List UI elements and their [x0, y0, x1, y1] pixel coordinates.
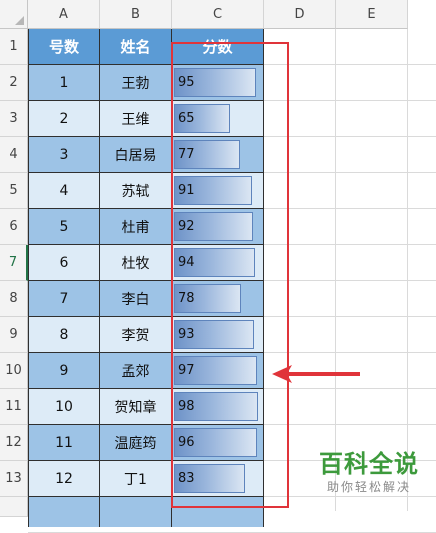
score-cell[interactable]: 97: [172, 353, 264, 389]
row-header-9[interactable]: 9: [0, 317, 28, 353]
row-header-11[interactable]: 11: [0, 389, 28, 425]
row-header-13[interactable]: 13: [0, 461, 28, 497]
score-value: 97: [178, 363, 195, 378]
score-cell[interactable]: 65: [172, 101, 264, 137]
number-cell[interactable]: 11: [28, 425, 100, 461]
name-cell[interactable]: 温庭筠: [100, 425, 172, 461]
column-header-e[interactable]: E: [336, 0, 408, 29]
number-cell[interactable]: 12: [28, 461, 100, 497]
spreadsheet: ABCDE 1 2 3 4 5 6 7 8 9 10 11 12 13 号数 姓名 分数 1 王勃 95 2 王维 65…: [0, 0, 436, 533]
partial-cell[interactable]: [172, 497, 264, 527]
gridline-vertical: [407, 29, 408, 511]
row-header-2[interactable]: 2: [0, 65, 28, 101]
score-cell[interactable]: 78: [172, 281, 264, 317]
score-cell[interactable]: 96: [172, 425, 264, 461]
column-header-b[interactable]: B: [100, 0, 172, 29]
name-cell[interactable]: 杜甫: [100, 209, 172, 245]
row-header-1[interactable]: 1: [0, 29, 28, 65]
select-all-triangle-icon: [15, 16, 24, 25]
row-header-3[interactable]: 3: [0, 101, 28, 137]
number-cell[interactable]: 3: [28, 137, 100, 173]
score-cell[interactable]: 83: [172, 461, 264, 497]
score-value: 77: [178, 147, 195, 162]
row-header-partial[interactable]: [0, 497, 28, 517]
number-cell[interactable]: 6: [28, 245, 100, 281]
number-cell[interactable]: 4: [28, 173, 100, 209]
table-header-cell[interactable]: 分数: [172, 29, 264, 65]
column-header-a[interactable]: A: [28, 0, 100, 29]
score-cell[interactable]: 77: [172, 137, 264, 173]
score-value: 94: [178, 255, 195, 270]
score-cell[interactable]: 95: [172, 65, 264, 101]
name-cell[interactable]: 白居易: [100, 137, 172, 173]
watermark-title: 百科全说: [319, 450, 419, 478]
row-header-12[interactable]: 12: [0, 425, 28, 461]
column-header-d[interactable]: D: [264, 0, 336, 29]
number-cell[interactable]: 7: [28, 281, 100, 317]
row-header-10[interactable]: 10: [0, 353, 28, 389]
score-value: 95: [178, 75, 195, 90]
number-cell[interactable]: 1: [28, 65, 100, 101]
select-all-corner[interactable]: [0, 0, 28, 29]
row-header-5[interactable]: 5: [0, 173, 28, 209]
column-header-c[interactable]: C: [172, 0, 264, 29]
partial-cell[interactable]: [28, 497, 100, 527]
name-cell[interactable]: 苏轼: [100, 173, 172, 209]
score-value: 65: [178, 111, 195, 126]
score-value: 83: [178, 471, 195, 486]
score-value: 93: [178, 327, 195, 342]
red-arrow-annotation: [272, 365, 360, 383]
row-header-6[interactable]: 6: [0, 209, 28, 245]
number-cell[interactable]: 5: [28, 209, 100, 245]
number-cell[interactable]: 9: [28, 353, 100, 389]
score-value: 91: [178, 183, 195, 198]
score-cell[interactable]: 91: [172, 173, 264, 209]
row-header-7[interactable]: 7: [0, 245, 28, 281]
row-header-4[interactable]: 4: [0, 137, 28, 173]
name-cell[interactable]: 杜牧: [100, 245, 172, 281]
score-cell[interactable]: 93: [172, 317, 264, 353]
number-cell[interactable]: 8: [28, 317, 100, 353]
score-cell[interactable]: 92: [172, 209, 264, 245]
name-cell[interactable]: 孟郊: [100, 353, 172, 389]
name-cell[interactable]: 贺知章: [100, 389, 172, 425]
watermark-subtitle: 助你轻松解决: [326, 480, 411, 494]
name-cell[interactable]: 李白: [100, 281, 172, 317]
name-cell[interactable]: 丁1: [100, 461, 172, 497]
number-cell[interactable]: 10: [28, 389, 100, 425]
score-cell[interactable]: 98: [172, 389, 264, 425]
score-value: 96: [178, 435, 195, 450]
score-value: 92: [178, 219, 195, 234]
score-value: 78: [178, 291, 195, 306]
number-cell[interactable]: 2: [28, 101, 100, 137]
name-cell[interactable]: 王维: [100, 101, 172, 137]
watermark-logo: 百科全说 助你轻松解决: [305, 450, 433, 506]
gridline-vertical: [335, 29, 336, 511]
table-header-cell[interactable]: 号数: [28, 29, 100, 65]
cell-grid[interactable]: 号数 姓名 分数 1 王勃 95 2 王维 65 3 白居易 77 4 苏轼 91 5 杜甫 92 6 杜牧 94 7 李白…: [28, 29, 436, 533]
table-header-cell[interactable]: 姓名: [100, 29, 172, 65]
row-header-8[interactable]: 8: [0, 281, 28, 317]
name-cell[interactable]: 王勃: [100, 65, 172, 101]
name-cell[interactable]: 李贺: [100, 317, 172, 353]
score-value: 98: [178, 399, 195, 414]
score-cell[interactable]: 94: [172, 245, 264, 281]
partial-cell[interactable]: [100, 497, 172, 527]
